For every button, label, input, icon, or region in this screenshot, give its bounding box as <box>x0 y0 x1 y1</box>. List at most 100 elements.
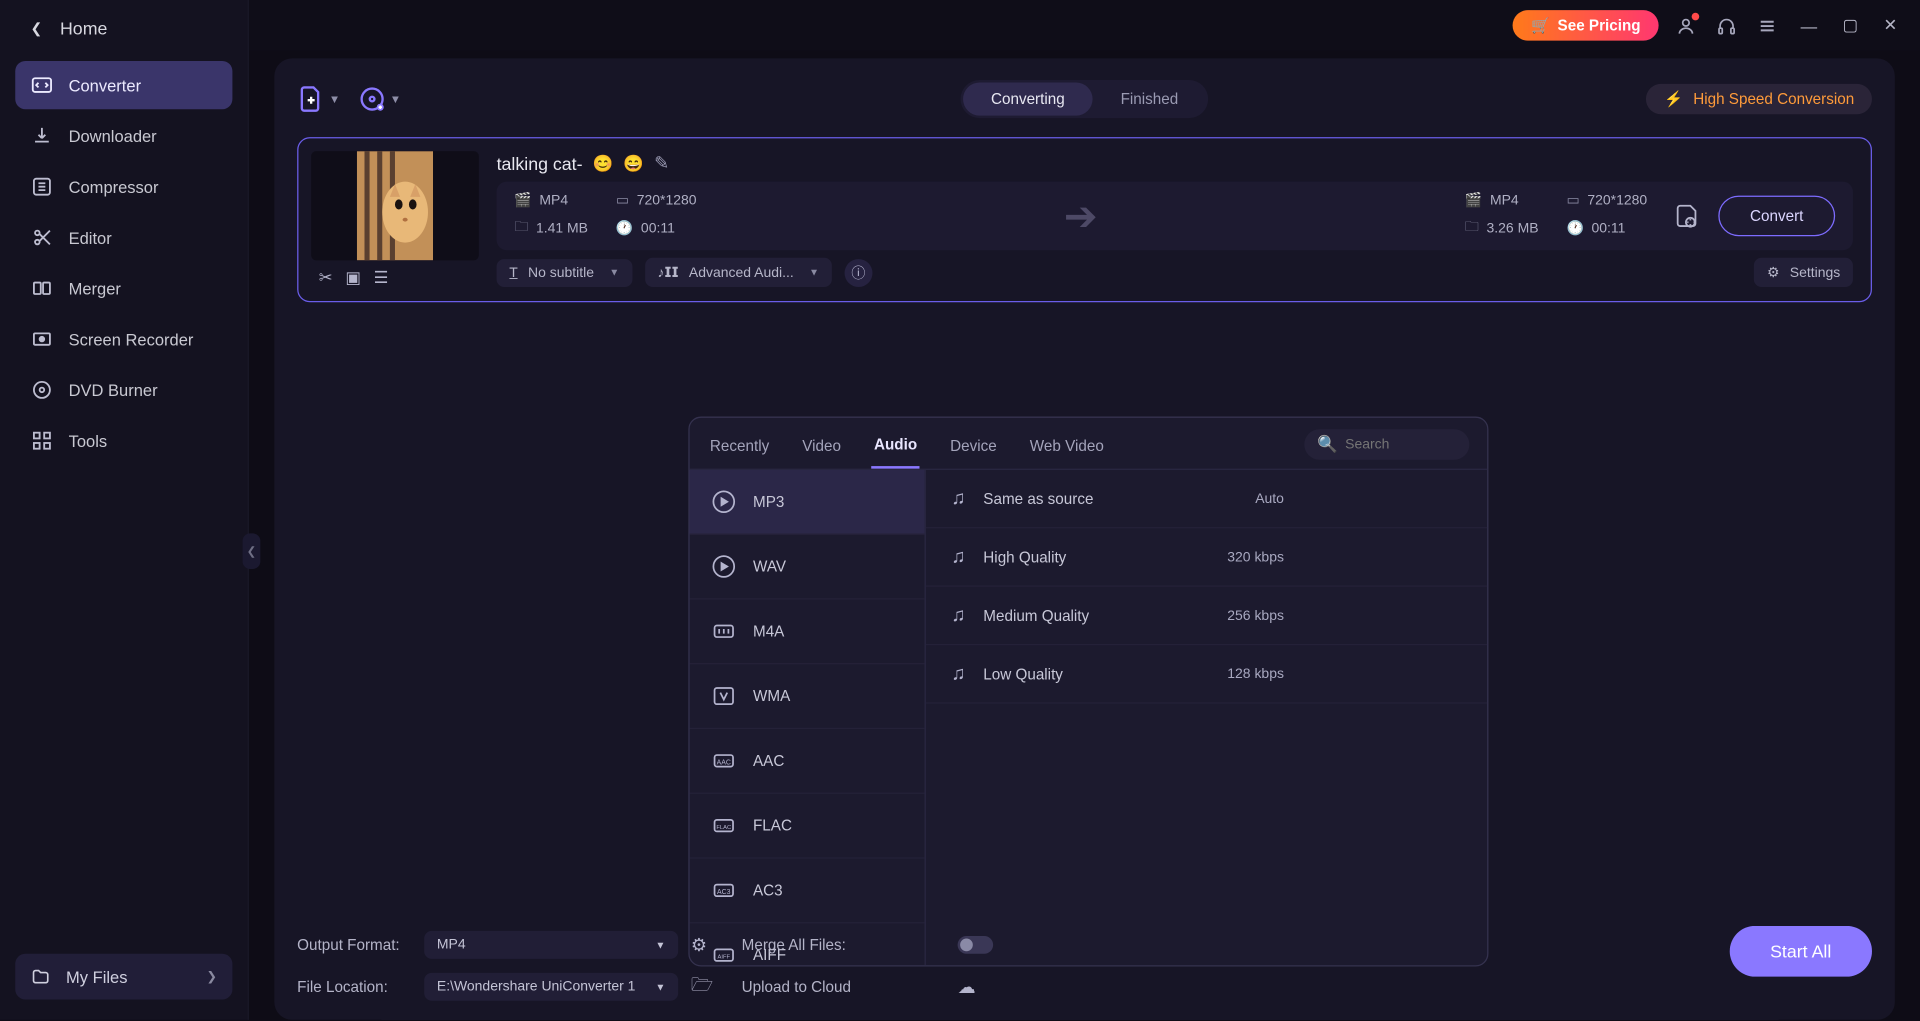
duration-icon: 🕐 <box>1566 220 1583 237</box>
size-icon: 🗀 <box>1465 216 1479 240</box>
see-pricing-button[interactable]: 🛒 See Pricing <box>1513 10 1658 40</box>
nav-label: Editor <box>69 228 112 247</box>
bolt-icon: ⚡ <box>1664 90 1683 108</box>
nav-label: Merger <box>69 279 121 298</box>
crop-icon[interactable]: ▣ <box>345 268 361 288</box>
subtitle-value: No subtitle <box>528 265 594 280</box>
arrow-right-icon: ➔ <box>697 192 1465 240</box>
sidebar-item-screenrecorder[interactable]: Screen Recorder <box>15 315 232 363</box>
disc-icon <box>30 378 53 401</box>
convert-button[interactable]: Convert <box>1718 196 1835 237</box>
video-icon: 🎬 <box>1465 192 1482 209</box>
nav-label: DVD Burner <box>69 380 158 399</box>
open-folder-icon[interactable]: 🗁 <box>691 972 729 1002</box>
list-icon[interactable]: ☰ <box>374 268 389 288</box>
thumbnail[interactable] <box>311 151 479 260</box>
sidebar-item-editor[interactable]: Editor <box>15 213 232 261</box>
sidebar-item-compressor[interactable]: Compressor <box>15 163 232 211</box>
quality-low[interactable]: ♫Low Quality128 kbps <box>926 645 1487 703</box>
edit-name-icon[interactable]: ✎ <box>654 152 669 174</box>
sidebar-item-converter[interactable]: Converter <box>15 61 232 109</box>
home-nav[interactable]: ❮ Home <box>0 0 248 56</box>
duration-icon: 🕐 <box>616 220 633 237</box>
tab-converting[interactable]: Converting <box>963 83 1093 116</box>
format-mp3[interactable]: MP3 <box>690 470 925 535</box>
settings-button[interactable]: ⚙ Settings <box>1754 258 1853 287</box>
format-m4a[interactable]: M4A <box>690 599 925 664</box>
cloud-upload-icon[interactable]: ☁ <box>958 976 1009 998</box>
file-location-label: File Location: <box>297 978 411 996</box>
src-dur: 00:11 <box>641 220 675 235</box>
audio-icon: ♪𝗜𝗜 <box>657 264 678 281</box>
pricing-label: See Pricing <box>1558 17 1641 35</box>
format-search[interactable]: 🔍 <box>1304 429 1469 459</box>
sidebar-item-dvdburner[interactable]: DVD Burner <box>15 366 232 414</box>
dst-dur: 00:11 <box>1592 220 1626 235</box>
nav-label: Tools <box>69 431 108 450</box>
headset-icon[interactable] <box>1714 13 1739 38</box>
q-rate: 256 kbps <box>1227 608 1284 623</box>
format-ac3[interactable]: AC3 AC3 <box>690 859 925 924</box>
fmt-label: MP3 <box>753 493 784 511</box>
format-dropdown-panel: Recently Video Audio Device Web Video 🔍 … <box>688 417 1488 967</box>
quality-same-as-source[interactable]: ♫Same as sourceAuto <box>926 470 1487 528</box>
src-size: 1.41 MB <box>536 220 588 235</box>
start-all-button[interactable]: Start All <box>1729 926 1872 977</box>
audio-select[interactable]: ♪𝗜𝗜 Advanced Audi... ▼ <box>645 258 832 287</box>
add-file-button[interactable]: ▼ <box>297 85 340 113</box>
folder-icon <box>30 966 50 986</box>
sidebar-item-merger[interactable]: Merger <box>15 264 232 312</box>
converter-icon <box>30 74 53 97</box>
format-wav[interactable]: WAV <box>690 535 925 600</box>
sidebar-item-tools[interactable]: Tools <box>15 417 232 465</box>
fmt-label: AAC <box>753 752 784 770</box>
music-icon: ♫ <box>951 605 965 627</box>
fmt-label: AC3 <box>753 881 783 899</box>
quality-medium[interactable]: ♫Medium Quality256 kbps <box>926 587 1487 645</box>
dd-tab-device[interactable]: Device <box>948 429 1000 467</box>
format-wma[interactable]: WMA <box>690 664 925 729</box>
sidebar-item-downloader[interactable]: Downloader <box>15 112 232 160</box>
nav-label: Downloader <box>69 126 157 145</box>
info-icon[interactable]: ⓘ <box>844 258 872 286</box>
status-tabs: Converting Finished <box>961 80 1209 118</box>
format-aac[interactable]: AAC AAC <box>690 729 925 794</box>
maximize-icon[interactable]: ▢ <box>1837 15 1863 35</box>
q-label: Same as source <box>983 490 1093 508</box>
dd-tab-audio[interactable]: Audio <box>871 428 919 469</box>
svg-text:FLAC: FLAC <box>717 825 732 831</box>
dd-tab-video[interactable]: Video <box>800 429 844 467</box>
search-input[interactable] <box>1345 437 1459 452</box>
sidebar-collapse-button[interactable]: ❮ <box>243 533 261 569</box>
minimize-icon[interactable]: — <box>1796 16 1823 35</box>
audio-format-icon: AC3 <box>710 876 738 904</box>
resolution-icon: ▭ <box>1566 192 1579 209</box>
output-settings-icon[interactable] <box>1673 203 1698 228</box>
audio-format-icon: AAC <box>710 747 738 775</box>
cut-icon[interactable]: ✂ <box>319 268 333 288</box>
account-icon[interactable] <box>1674 13 1699 38</box>
output-settings-icon[interactable]: ⚙ <box>691 934 729 956</box>
quality-high[interactable]: ♫High Quality320 kbps <box>926 528 1487 586</box>
merge-toggle[interactable] <box>958 936 994 954</box>
fmt-label: FLAC <box>753 817 792 835</box>
high-speed-toggle[interactable]: ⚡ High Speed Conversion <box>1646 84 1872 114</box>
output-format-label: Output Format: <box>297 936 411 954</box>
emoji-icon: 😊 <box>593 153 614 173</box>
fmt-label: WAV <box>753 558 786 576</box>
my-files-button[interactable]: My Files ❯ <box>15 954 232 1000</box>
dst-size: 3.26 MB <box>1487 220 1539 235</box>
close-icon[interactable]: ✕ <box>1878 15 1902 35</box>
my-files-label: My Files <box>66 967 127 986</box>
format-flac[interactable]: FLAC FLAC <box>690 794 925 859</box>
src-format: MP4 <box>539 192 568 207</box>
add-disc-button[interactable]: ▼ <box>358 85 401 113</box>
output-format-select[interactable]: MP4▼ <box>424 931 678 959</box>
tab-finished[interactable]: Finished <box>1093 83 1206 116</box>
dd-tab-webvideo[interactable]: Web Video <box>1027 429 1106 467</box>
audio-format-icon <box>710 488 738 516</box>
subtitle-select[interactable]: T̲ No subtitle ▼ <box>497 258 632 286</box>
dd-tab-recently[interactable]: Recently <box>707 429 771 467</box>
file-location-select[interactable]: E:\Wondershare UniConverter 1▼ <box>424 973 678 1001</box>
menu-icon[interactable] <box>1755 13 1780 38</box>
